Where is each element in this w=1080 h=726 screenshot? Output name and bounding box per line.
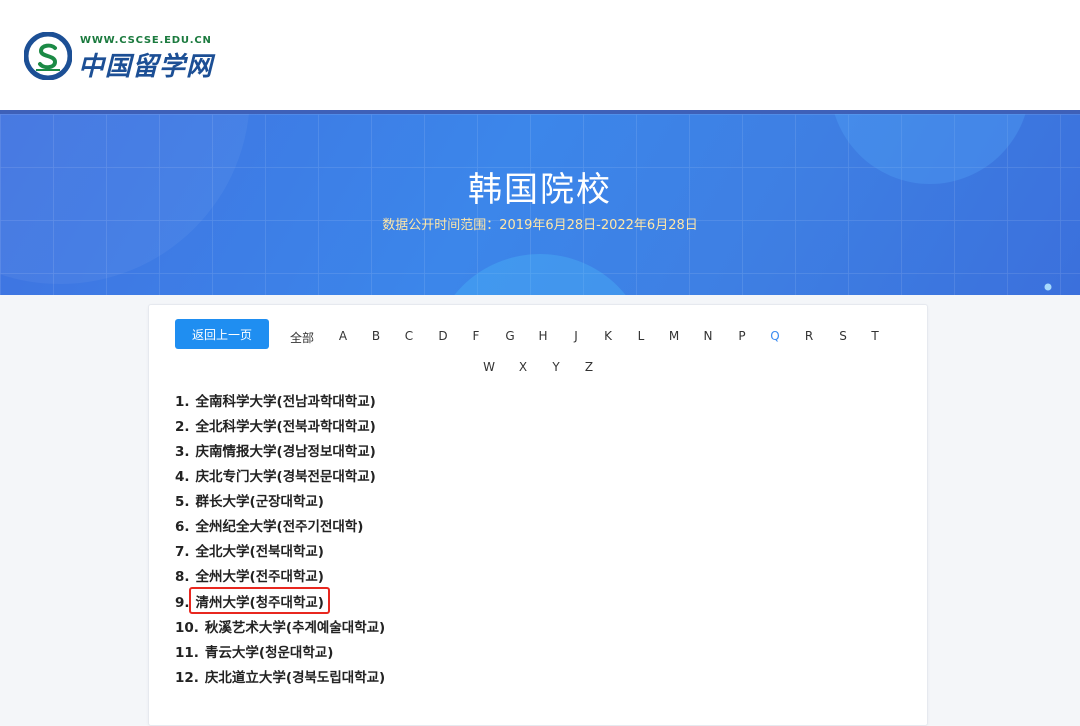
university-name: 庆北道立大学(경북도립대학교) xyxy=(204,670,386,686)
filter-f[interactable]: F xyxy=(473,329,480,343)
university-number: 1. xyxy=(175,394,190,410)
data-date-range: 数据公开时间范围：2019年6月28日-2022年6月28日 xyxy=(382,218,698,233)
university-number: 7. xyxy=(175,544,190,560)
university-number: 8. xyxy=(175,569,190,585)
university-item[interactable]: 8. 全州大学(전주대학교) xyxy=(175,565,324,585)
filter-y[interactable]: Y xyxy=(552,360,559,374)
university-item[interactable]: 2. 全北科学大学(전북과학대학교) xyxy=(175,415,376,435)
filter-h[interactable]: H xyxy=(538,329,547,343)
filter-all[interactable]: 全部 xyxy=(290,329,314,346)
filter-x[interactable]: X xyxy=(519,360,527,374)
filter-z[interactable]: Z xyxy=(585,360,593,374)
university-number: 10. xyxy=(175,620,199,636)
highlight-box xyxy=(189,587,330,614)
filter-t[interactable]: T xyxy=(871,329,878,343)
university-name: 秋溪艺术大学(추계예술대학교) xyxy=(204,620,386,636)
university-item[interactable]: 12. 庆北道立大学(경북도립대학교) xyxy=(175,666,385,686)
university-item[interactable]: 11. 青云大学(청운대학교) xyxy=(175,641,333,661)
filter-w[interactable]: W xyxy=(483,360,495,374)
university-number: 9. xyxy=(175,595,190,611)
university-number: 3. xyxy=(175,444,190,460)
university-item[interactable]: 6. 全州纪全大学(전주기전대학) xyxy=(175,515,363,535)
logo-url-text: WWW.CSCSE.EDU.CN xyxy=(80,35,212,46)
filter-n[interactable]: N xyxy=(704,329,713,343)
site-header: WWW.CSCSE.EDU.CN 中国留学网 xyxy=(0,0,1080,110)
page-banner: 韩国院校 数据公开时间范围：2019年6月28日-2022年6月28日 xyxy=(0,114,1080,295)
university-name: 全北大学(전북대학교) xyxy=(195,544,324,560)
university-name: 全州纪全大学(전주기전대학) xyxy=(195,519,364,535)
university-name: 青云大学(청운대학교) xyxy=(204,645,334,661)
university-number: 11. xyxy=(175,645,199,661)
university-number: 4. xyxy=(175,469,190,485)
university-item[interactable]: 7. 全北大学(전북대학교) xyxy=(175,540,324,560)
university-name: 庆北专门大学(경북전문대학교) xyxy=(195,469,376,485)
page-title: 韩国院校 xyxy=(468,170,612,210)
university-item[interactable]: 3. 庆南情报大学(경남정보대학교) xyxy=(175,440,376,460)
university-number: 2. xyxy=(175,419,190,435)
filter-p[interactable]: P xyxy=(738,329,745,343)
university-name: 全北科学大学(전북과학대학교) xyxy=(195,419,376,435)
filter-b[interactable]: B xyxy=(372,329,380,343)
site-logo[interactable]: WWW.CSCSE.EDU.CN 中国留学网 xyxy=(24,32,224,84)
filter-d[interactable]: D xyxy=(438,329,447,343)
filter-m[interactable]: M xyxy=(669,329,679,343)
filter-r[interactable]: R xyxy=(805,329,813,343)
university-list-card: 返回上一页 全部 A B C D F G H J K L M N P Q R S… xyxy=(148,304,928,726)
filter-s[interactable]: S xyxy=(839,329,847,343)
filter-j[interactable]: J xyxy=(574,329,578,343)
cscse-logo-icon xyxy=(24,32,72,80)
university-number: 12. xyxy=(175,670,199,686)
university-item[interactable]: 1. 全南科学大学(전남과학대학교) xyxy=(175,390,376,410)
university-name: 全南科学大学(전남과학대학교) xyxy=(195,394,376,410)
university-name: 群长大学(군장대학교) xyxy=(195,494,324,510)
university-number: 6. xyxy=(175,519,190,535)
logo-site-name: 中国留学网 xyxy=(78,52,214,82)
university-name: 庆南情报大学(경남정보대학교) xyxy=(195,444,376,460)
university-item[interactable]: 4. 庆北专门大学(경북전문대학교) xyxy=(175,465,376,485)
university-item[interactable]: 10. 秋溪艺术大学(추계예술대학교) xyxy=(175,616,385,636)
university-number: 5. xyxy=(175,494,190,510)
filter-a[interactable]: A xyxy=(339,329,347,343)
filter-c[interactable]: C xyxy=(405,329,413,343)
filter-l[interactable]: L xyxy=(638,329,645,343)
back-button[interactable]: 返回上一页 xyxy=(175,319,269,349)
filter-k[interactable]: K xyxy=(604,329,612,343)
filter-g[interactable]: G xyxy=(505,329,514,343)
university-name: 全州大学(전주대학교) xyxy=(195,569,324,585)
filter-q[interactable]: Q xyxy=(770,329,779,343)
university-item[interactable]: 5. 群长大学(군장대학교) xyxy=(175,490,324,510)
